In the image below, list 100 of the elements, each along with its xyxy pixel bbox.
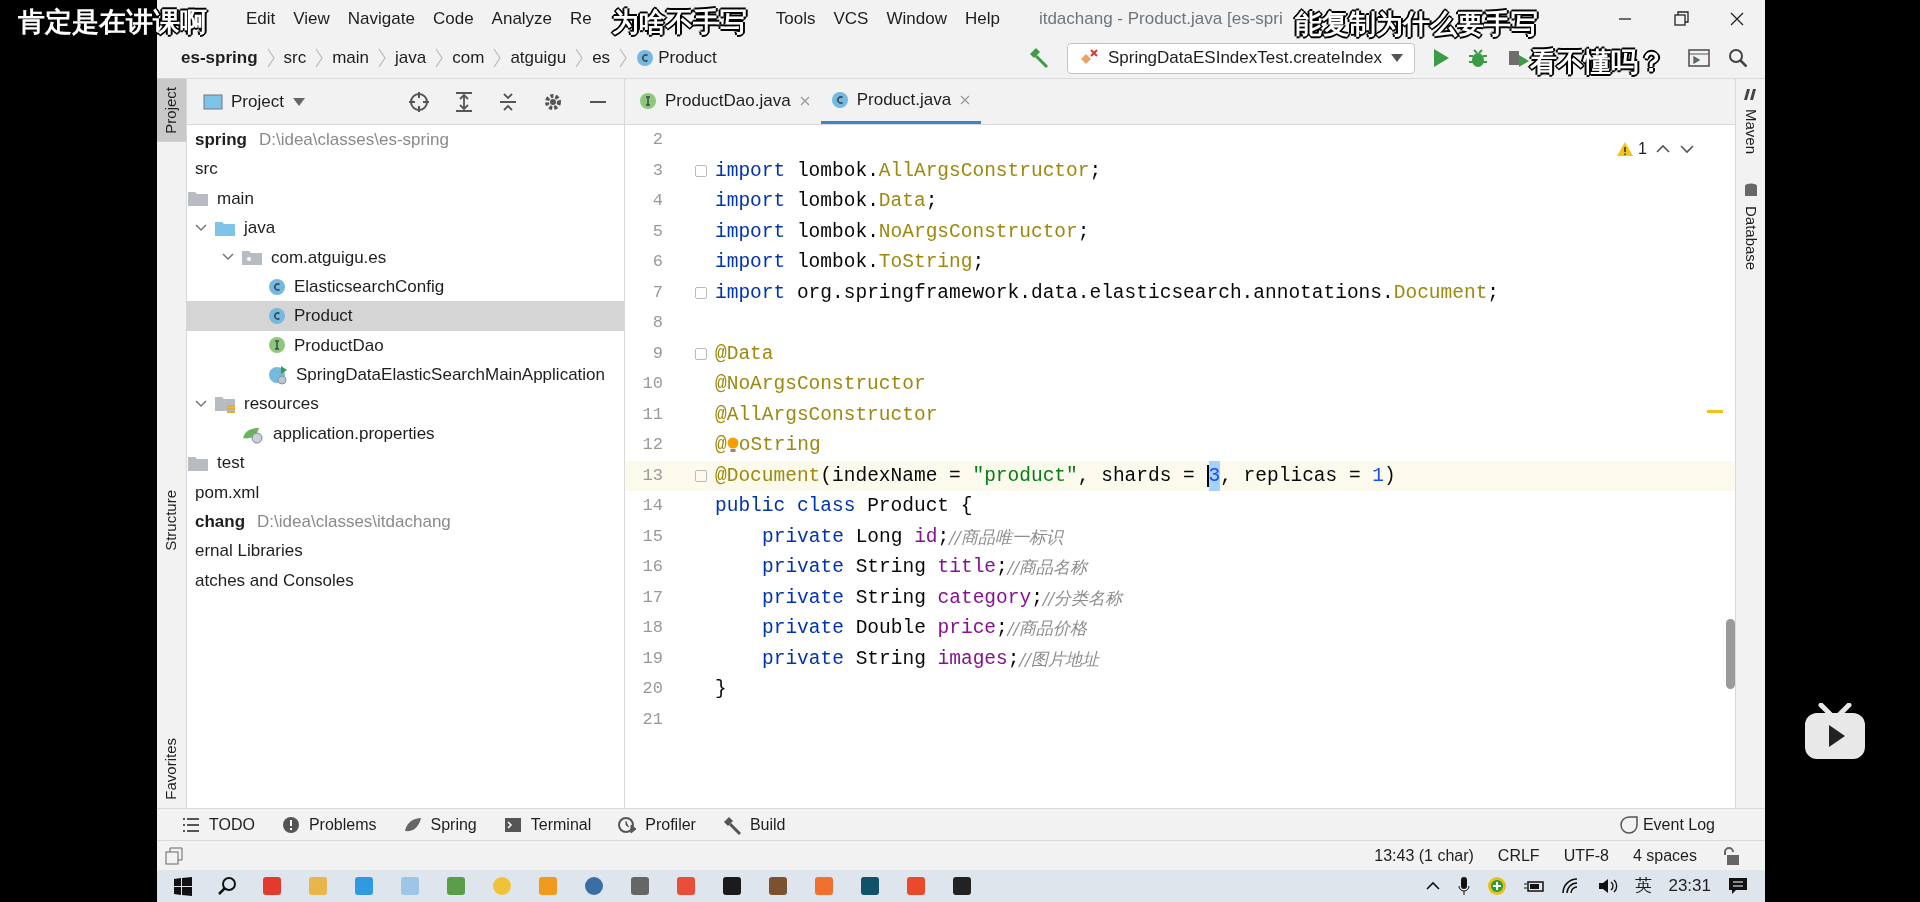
- status-item[interactable]: CRLF: [1497, 843, 1540, 868]
- line-number: 20: [641, 678, 663, 700]
- project-view-dropdown[interactable]: Project: [203, 88, 306, 115]
- tree-item[interactable]: ernal Libraries: [187, 536, 624, 566]
- breadcrumb[interactable]: atguigu: [510, 45, 567, 71]
- tool-window-button[interactable]: TODO: [181, 812, 255, 837]
- expand-all-icon[interactable]: [454, 90, 474, 113]
- menu-item[interactable]: Analyze: [482, 6, 562, 32]
- tree-item[interactable]: application.properties: [187, 418, 624, 449]
- interface-icon: [639, 92, 657, 110]
- locate-icon[interactable]: [408, 90, 430, 113]
- tool-window-button[interactable]: Terminal: [502, 812, 592, 837]
- breadcrumb-separator-icon: [265, 47, 276, 69]
- collapse-all-icon[interactable]: [498, 90, 518, 113]
- tool-window-tab[interactable]: Favorites: [157, 730, 186, 808]
- line-number: 5: [651, 220, 663, 243]
- breadcrumb-separator-icon: [377, 47, 388, 69]
- line-number: 4: [651, 190, 663, 212]
- tree-item[interactable]: src: [187, 154, 624, 184]
- editor-tab[interactable]: Product.java: [820, 78, 982, 124]
- clock[interactable]: 23:31: [1668, 873, 1711, 899]
- breadcrumb-separator-icon: [492, 47, 503, 69]
- line-number: 8: [651, 312, 663, 334]
- tool-window-button[interactable]: Profiler: [617, 812, 696, 837]
- code-line: }: [715, 677, 727, 702]
- menu-item[interactable]: Re: [561, 6, 592, 32]
- line-number: 21: [641, 708, 663, 731]
- warnings-indicator[interactable]: 1: [1616, 137, 1647, 161]
- breadcrumb[interactable]: src: [283, 45, 307, 71]
- line-number: 7: [651, 281, 663, 304]
- panels-icon[interactable]: [165, 846, 183, 865]
- notification-icon[interactable]: [1727, 876, 1749, 896]
- bug-icon[interactable]: [1467, 47, 1489, 69]
- menu-item[interactable]: View: [284, 6, 339, 32]
- caret-icon: [1390, 53, 1404, 63]
- menu-item[interactable]: Help: [955, 6, 1009, 32]
- fold-marker[interactable]: [695, 164, 707, 177]
- close-icon[interactable]: [959, 93, 972, 106]
- menu-item[interactable]: Tools: [766, 6, 825, 32]
- menu-item[interactable]: Window: [877, 6, 956, 32]
- tree-item[interactable]: Product: [187, 301, 624, 331]
- tree-item[interactable]: resources: [187, 389, 624, 419]
- menu-item[interactable]: Edit: [237, 6, 285, 32]
- tree-item[interactable]: com.atguigu.es: [187, 242, 624, 272]
- code-line: import lombok.Data;: [715, 189, 938, 214]
- app-icon[interactable]: [859, 875, 881, 897]
- breadcrumb[interactable]: java: [395, 45, 427, 71]
- breadcrumb[interactable]: com: [452, 45, 485, 71]
- search-icon[interactable]: [1727, 47, 1749, 69]
- fold-marker[interactable]: [695, 347, 707, 360]
- fold-marker[interactable]: [695, 469, 707, 482]
- tree-item[interactable]: pom.xml: [187, 477, 624, 508]
- tool-window-button[interactable]: Spring: [402, 812, 477, 837]
- status-item[interactable]: UTF-8: [1563, 843, 1609, 868]
- scrollbar-thumb[interactable]: [1726, 619, 1735, 689]
- input-language[interactable]: 英: [1635, 873, 1653, 899]
- editor-tab[interactable]: ProductDao.java: [629, 78, 821, 124]
- tool-window-tab[interactable]: Project: [157, 79, 186, 142]
- breadcrumb[interactable]: Product: [636, 45, 717, 71]
- breadcrumb[interactable]: es-spring: [181, 45, 258, 71]
- status-item[interactable]: 13:43 (1 char): [1374, 843, 1474, 868]
- menu-item[interactable]: VCS: [824, 6, 878, 32]
- tree-item[interactable]: ProductDao: [187, 330, 624, 361]
- tool-window-button[interactable]: Problems: [280, 812, 377, 837]
- tool-window-button[interactable]: Build: [721, 812, 786, 837]
- speaker-icon[interactable]: [1597, 877, 1620, 895]
- tool-window-tab[interactable]: Structure: [157, 481, 186, 559]
- class-icon: [636, 49, 655, 67]
- breadcrumb[interactable]: es: [592, 45, 611, 71]
- run-configuration-dropdown[interactable]: SpringDataESIndexTest.createIndex: [1066, 42, 1415, 74]
- tree-item[interactable]: spring D:\idea\classes\es-spring: [187, 125, 624, 155]
- unlocked-icon[interactable]: [1721, 845, 1741, 866]
- microphone-icon[interactable]: [1457, 876, 1472, 896]
- breadcrumb[interactable]: main: [332, 45, 370, 71]
- tree-item[interactable]: ElasticsearchConfig: [187, 271, 624, 302]
- plus-circle-icon[interactable]: [1487, 876, 1508, 896]
- windows-logo-icon[interactable]: [173, 876, 193, 896]
- tool-window-tab[interactable]: Database: [1735, 182, 1766, 275]
- event-log-button[interactable]: Event Log: [1618, 812, 1715, 837]
- code-line: private String category;//分类名称: [762, 585, 1123, 611]
- tree-item[interactable]: atches and Consoles: [187, 565, 624, 596]
- close-icon[interactable]: [798, 95, 811, 107]
- status-item[interactable]: 4 spaces: [1632, 843, 1697, 868]
- line-number: 18: [641, 617, 663, 639]
- battery-icon[interactable]: [1523, 878, 1546, 894]
- fold-marker[interactable]: [695, 286, 707, 299]
- run-icon[interactable]: [1431, 47, 1451, 69]
- tool-window-tab[interactable]: Maven: [1735, 87, 1766, 159]
- app-icon[interactable]: [721, 875, 743, 897]
- tree-item[interactable]: main: [187, 183, 624, 214]
- video-play-icon[interactable]: [1803, 703, 1867, 761]
- menu-item[interactable]: Code: [423, 6, 483, 32]
- console-icon[interactable]: [1687, 47, 1711, 69]
- tree-item[interactable]: chang D:\idea\classes\itdachang: [187, 507, 624, 537]
- tree-item[interactable]: test: [187, 448, 624, 478]
- menu-item[interactable]: Navigate: [338, 6, 424, 32]
- search-icon[interactable]: [217, 876, 237, 896]
- tree-item[interactable]: java: [187, 213, 624, 243]
- app-icon[interactable]: [951, 875, 973, 897]
- tree-item[interactable]: SpringDataElasticSearchMainApplication: [187, 360, 624, 390]
